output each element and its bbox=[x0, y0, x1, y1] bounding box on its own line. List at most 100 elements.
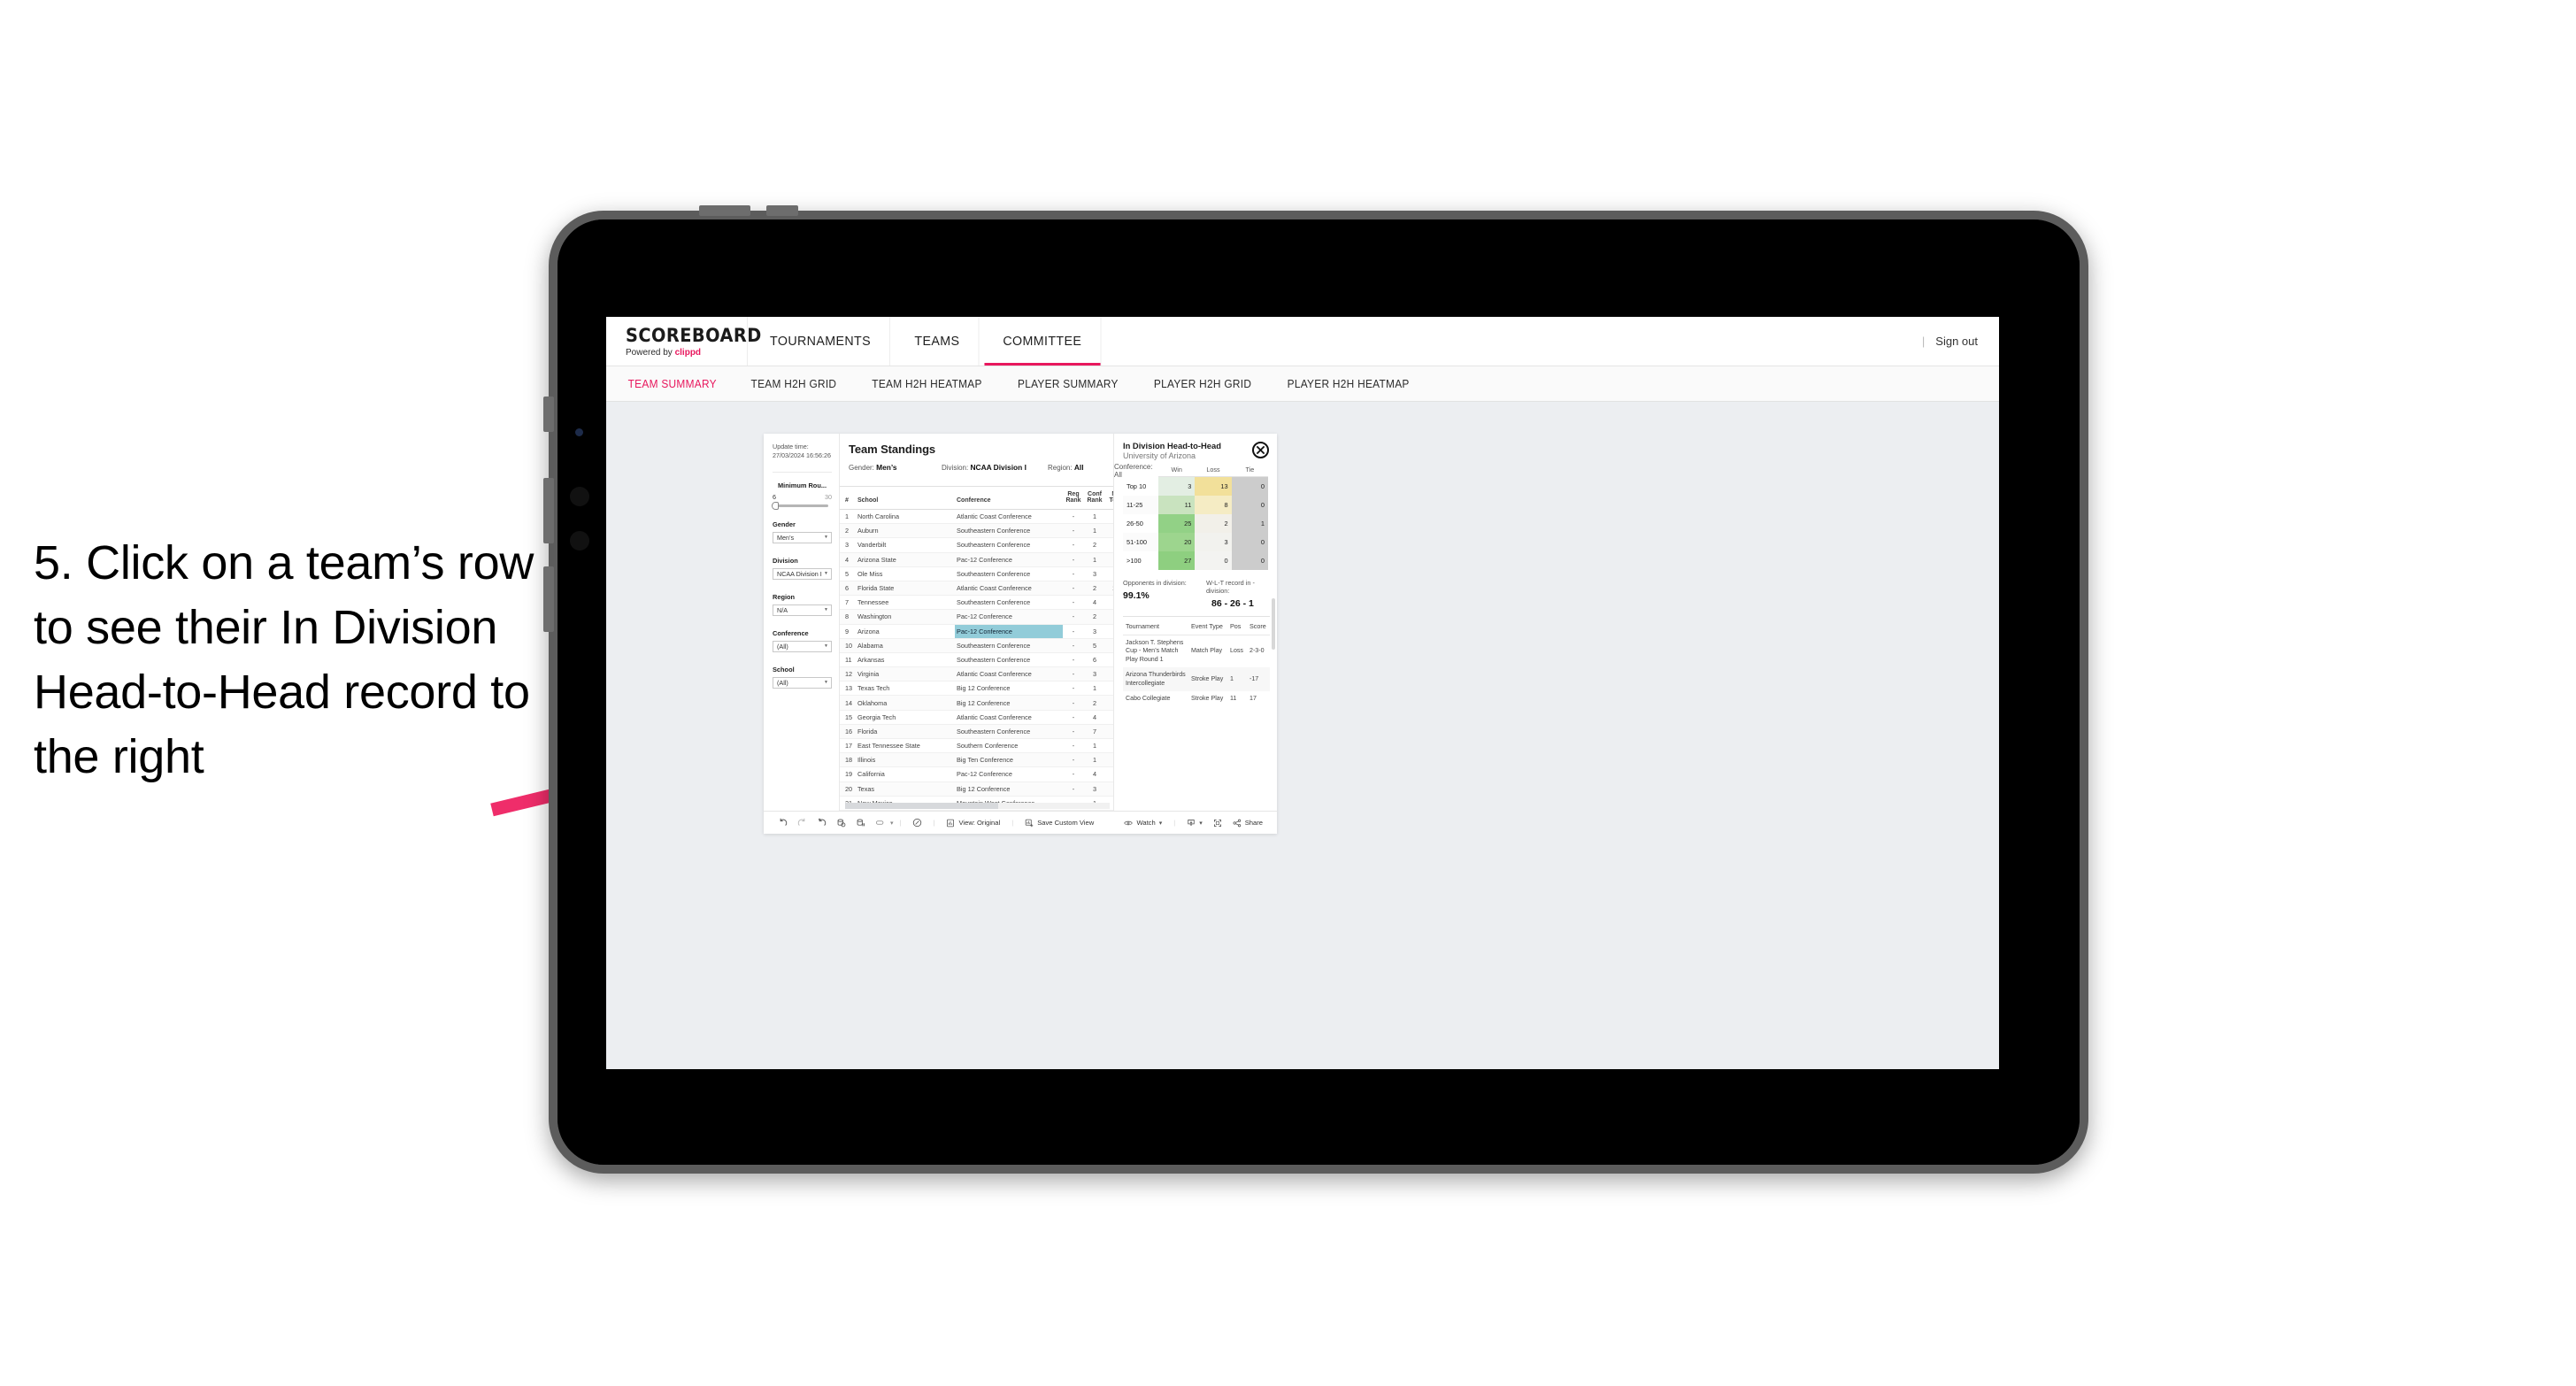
school-select[interactable]: (All) ▼ bbox=[773, 676, 832, 689]
h2h-tie-cell[interactable]: 1 bbox=[1231, 513, 1268, 533]
download-caret-icon[interactable]: ▾ bbox=[1199, 820, 1203, 827]
h2h-tie-cell[interactable]: 0 bbox=[1231, 551, 1268, 570]
table-row[interactable]: 20TexasBig 12 Conference-37200 bbox=[840, 782, 1113, 797]
cell-conference: Southeastern Conference bbox=[955, 724, 1063, 740]
h2h-tie-cell[interactable]: 0 bbox=[1231, 476, 1268, 496]
cell-conf-rank: 6 bbox=[1084, 652, 1105, 668]
top-navigation: SCOREBOARD Powered by clippd TOURNAMENTS… bbox=[606, 317, 1999, 366]
col-no-tour[interactable]: No Tour bbox=[1105, 487, 1113, 510]
cell-reg-rank: - bbox=[1063, 537, 1084, 553]
slider-handle[interactable] bbox=[772, 501, 779, 510]
table-row[interactable]: 11ArkansasSoutheastern Conference-68232 bbox=[840, 652, 1113, 668]
event-row[interactable]: Cabo Collegiate Stroke Play 11 17 bbox=[1123, 691, 1270, 707]
table-row[interactable]: 8WashingtonPac-12 Conference-28231 bbox=[840, 609, 1113, 625]
nav-item-teams[interactable]: TEAMS bbox=[896, 317, 980, 366]
tab-team-h2h-heatmap[interactable]: TEAM H2H HEATMAP bbox=[873, 378, 982, 390]
horizontal-scrollbar[interactable] bbox=[845, 803, 1110, 809]
h2h-loss-cell[interactable]: 2 bbox=[1195, 513, 1232, 533]
h2h-win-cell[interactable]: 11 bbox=[1158, 495, 1196, 514]
table-row[interactable]: 18IllinoisBig Ten Conference-18233 bbox=[840, 752, 1113, 768]
tab-player-h2h-grid[interactable]: PLAYER H2H GRID bbox=[1154, 378, 1251, 390]
close-glyph bbox=[1256, 445, 1265, 455]
redo-icon[interactable] bbox=[792, 818, 811, 828]
nav-item-tournaments[interactable]: TOURNAMENTS bbox=[751, 317, 890, 366]
alerts-icon[interactable] bbox=[908, 818, 927, 828]
sign-out-link[interactable]: Sign out bbox=[1935, 335, 1978, 348]
col-rank[interactable]: # bbox=[840, 487, 856, 510]
cell-conference: Big Ten Conference bbox=[955, 752, 1063, 768]
division-select[interactable]: NCAA Division I ▼ bbox=[773, 567, 832, 580]
table-row[interactable]: 10AlabamaSoutheastern Conference-58233 bbox=[840, 638, 1113, 653]
fullscreen-button[interactable] bbox=[1208, 819, 1227, 828]
meta-region-value: All bbox=[1073, 463, 1084, 472]
col-conference[interactable]: Conference bbox=[955, 487, 1063, 510]
h2h-tie-cell[interactable]: 0 bbox=[1231, 495, 1268, 514]
refresh-data-icon[interactable] bbox=[831, 818, 850, 828]
event-row[interactable]: Jackson T. Stephens Cup - Men’s Match Pl… bbox=[1123, 635, 1270, 667]
meta-gender-label: Gender: bbox=[849, 464, 874, 472]
pause-updates-icon[interactable] bbox=[850, 818, 870, 828]
minimum-rounds-slider[interactable] bbox=[772, 501, 828, 510]
h2h-loss-cell[interactable]: 0 bbox=[1195, 551, 1232, 570]
col-reg-rank[interactable]: Reg Rank bbox=[1063, 487, 1084, 510]
h2h-tie-cell[interactable]: 0 bbox=[1231, 532, 1268, 551]
table-row[interactable]: 9ArizonaPac-12 Conference-38232 bbox=[840, 624, 1113, 639]
table-row[interactable]: 15 Georgia Tech Atlantic Coast Conference -… bbox=[840, 710, 1113, 725]
col-school[interactable]: School bbox=[856, 487, 955, 510]
table-row[interactable]: 12VirginiaAtlantic Coast Conference-3824… bbox=[840, 666, 1113, 682]
table-row[interactable]: 2AuburnSoutheastern Conference-19276 bbox=[840, 523, 1113, 539]
table-row[interactable]: 7TennesseeSoutheastern Conference-46182 bbox=[840, 595, 1113, 611]
close-icon[interactable] bbox=[1252, 442, 1269, 458]
table-row[interactable]: 22GeorgiaSoutheastern Conference-87211 bbox=[840, 810, 1113, 811]
cell-conference: Atlantic Coast Conference bbox=[955, 509, 1063, 525]
tab-player-summary[interactable]: PLAYER SUMMARY bbox=[1018, 378, 1119, 390]
h2h-col-win: Win bbox=[1158, 466, 1196, 477]
download-button[interactable]: ▾ bbox=[1181, 819, 1208, 828]
cell-no-tour: 8 bbox=[1105, 710, 1113, 725]
table-row[interactable]: 5Ole MissSoutheastern Conference-36181 bbox=[840, 566, 1113, 581]
h2h-win-cell[interactable]: 20 bbox=[1158, 532, 1196, 551]
gender-select[interactable]: Men’s ▼ bbox=[773, 531, 832, 543]
h2h-win-cell[interactable]: 3 bbox=[1158, 476, 1196, 496]
table-row[interactable]: 17 East Tennessee State Southern Conferenc… bbox=[840, 738, 1113, 754]
toolbar-dropdown-caret[interactable]: ▾ bbox=[890, 820, 894, 827]
h2h-loss-cell[interactable]: 13 bbox=[1195, 476, 1232, 496]
tab-player-h2h-heatmap[interactable]: PLAYER H2H HEATMAP bbox=[1288, 378, 1410, 390]
cell-no-tour: 8 bbox=[1105, 666, 1113, 682]
save-custom-view-button[interactable]: Save Custom View bbox=[1019, 819, 1099, 828]
table-row[interactable]: 16FloridaSoutheastern Conference-79244 bbox=[840, 724, 1113, 740]
table-row[interactable]: 14OklahomaBig 12 Conference-28242 bbox=[840, 695, 1113, 711]
watch-caret-icon[interactable]: ▾ bbox=[1159, 820, 1163, 827]
table-row[interactable]: 3VanderbiltSoutheastern Conference-28235 bbox=[840, 537, 1113, 553]
table-row[interactable]: 6 Florida State Atlantic Coast Conference -… bbox=[840, 581, 1113, 597]
cell-rank: 20 bbox=[840, 782, 856, 797]
device-screen: SCOREBOARD Powered by clippd TOURNAMENTS… bbox=[557, 219, 2080, 1165]
h2h-loss-cell[interactable]: 8 bbox=[1195, 495, 1232, 514]
h2h-win-cell[interactable]: 25 bbox=[1158, 513, 1196, 533]
table-row[interactable]: 4Arizona StatePac-12 Conference-19261 bbox=[840, 552, 1113, 567]
tab-team-h2h-grid[interactable]: TEAM H2H GRID bbox=[751, 378, 837, 390]
scrollbar-thumb[interactable] bbox=[845, 803, 999, 809]
undo-icon[interactable] bbox=[773, 818, 792, 828]
region-select[interactable]: N/A ▼ bbox=[773, 604, 832, 616]
revert-icon[interactable] bbox=[811, 818, 831, 828]
nav-item-committee[interactable]: COMMITTEE bbox=[984, 317, 1101, 366]
table-row[interactable]: 19CaliforniaPac-12 Conference-48242 bbox=[840, 766, 1113, 782]
conference-select[interactable]: (All) ▼ bbox=[773, 640, 832, 652]
event-row[interactable]: Arizona Thunderbirds Intercollegiate Stro… bbox=[1123, 667, 1270, 692]
col-conf-rank[interactable]: Conf Rank bbox=[1084, 487, 1105, 510]
view-shape-icon[interactable] bbox=[870, 818, 889, 828]
cell-school: Arizona bbox=[856, 624, 955, 639]
h2h-loss-cell[interactable]: 3 bbox=[1195, 532, 1232, 551]
cell-rank: 15 bbox=[840, 710, 856, 725]
events-vertical-scrollbar[interactable] bbox=[1272, 598, 1275, 650]
watch-button[interactable]: Watch ▾ bbox=[1119, 819, 1167, 828]
brand-logo[interactable]: SCOREBOARD Powered by clippd bbox=[606, 317, 761, 366]
table-row[interactable]: 1 North Carolina Atlantic Coast Conference… bbox=[840, 509, 1113, 525]
h2h-win-cell[interactable]: 27 bbox=[1158, 551, 1196, 570]
table-row[interactable]: 13Texas TechBig 12 Conference-19272 bbox=[840, 681, 1113, 697]
tab-team-summary[interactable]: TEAM SUMMARY bbox=[628, 378, 717, 390]
share-button[interactable]: Share bbox=[1227, 819, 1268, 828]
view-original-button[interactable]: View: Original bbox=[941, 819, 1005, 828]
standings-tbody: 1 North Carolina Atlantic Coast Conference… bbox=[840, 509, 1113, 811]
